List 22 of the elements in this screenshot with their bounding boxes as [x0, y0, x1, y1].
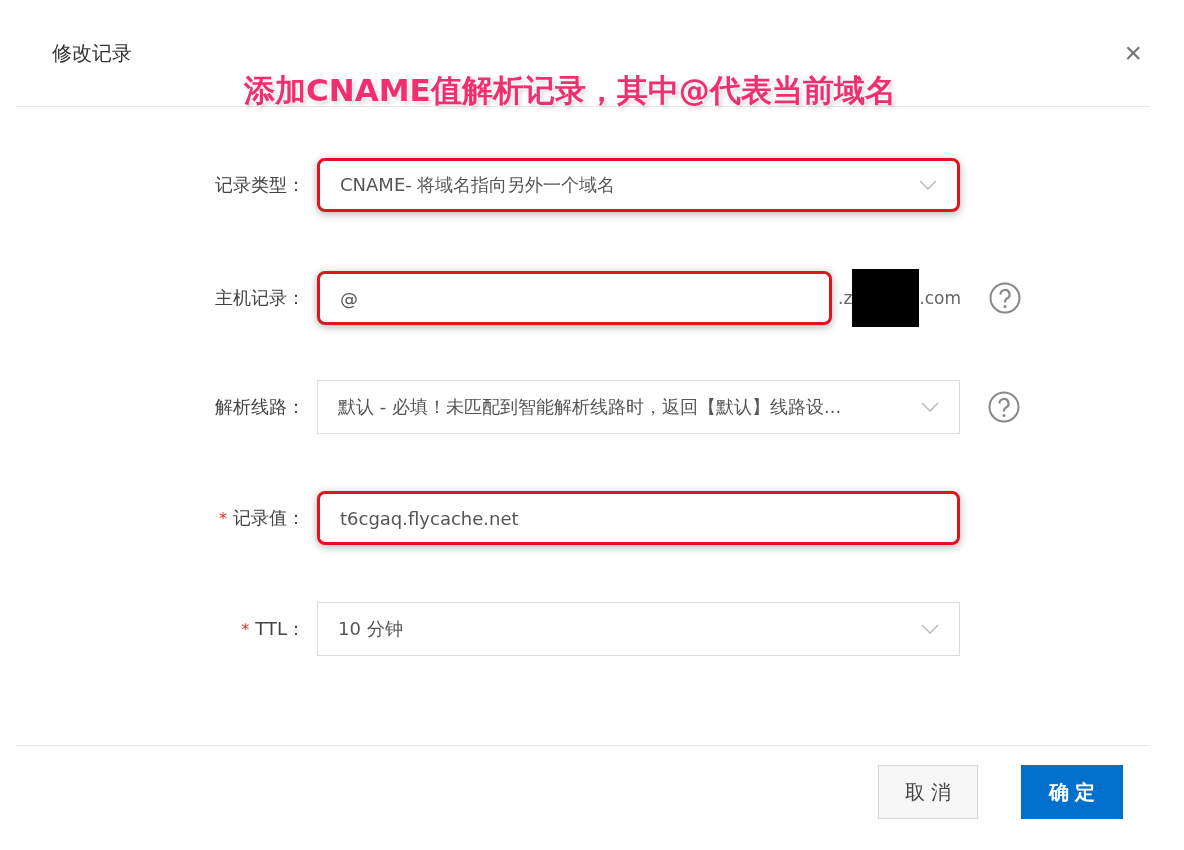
field-label: 解析线路： [214, 395, 305, 419]
close-button[interactable]: × [1116, 38, 1150, 68]
field-label: * 记录值： [218, 506, 305, 530]
chevron-down-icon [919, 180, 937, 190]
chevron-down-icon [921, 624, 939, 634]
cancel-button[interactable]: 取 消 [877, 765, 978, 819]
select-field[interactable]: CNAME- 将域名指向另外一个域名 [317, 158, 960, 212]
domain-suffix: .com [919, 288, 962, 308]
help-icon[interactable] [988, 391, 1020, 423]
select-field[interactable]: 10 分钟 [317, 602, 960, 656]
field-label: 主机记录： [214, 286, 305, 310]
help-icon[interactable] [989, 282, 1022, 314]
field-label: 记录类型： [214, 173, 305, 197]
annotation-text: 添加CNAME值解析记录，其中@代表当前域名 [244, 71, 896, 110]
confirm-button[interactable]: 确 定 [1021, 765, 1123, 819]
input-field[interactable]: @ [317, 271, 832, 325]
input-field[interactable]: t6cgaq.flycache.net [317, 491, 960, 545]
select-field[interactable]: 默认 - 必填！未匹配到智能解析线路时，返回【默认】线路设... [317, 380, 960, 434]
chevron-down-icon [921, 402, 939, 412]
domain-suffix: .z [838, 288, 853, 308]
field-label: * TTL： [240, 617, 305, 641]
dialog-title: 修改记录 [52, 39, 132, 67]
